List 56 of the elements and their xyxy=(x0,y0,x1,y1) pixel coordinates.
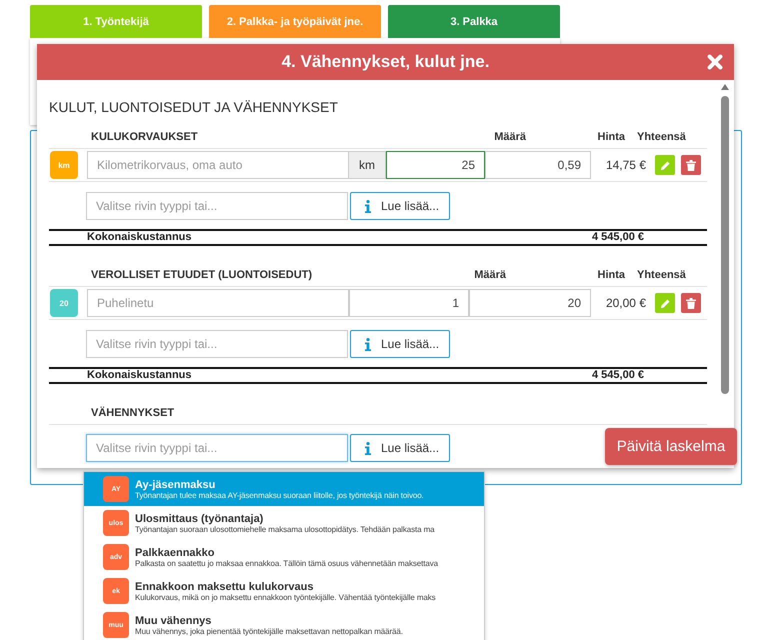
step-tab[interactable]: 3. Palkka xyxy=(388,5,560,38)
column-header: Määrä xyxy=(493,131,526,143)
price-field[interactable]: 20 xyxy=(469,289,591,317)
item-description: Työnantajan tulee maksaa AY-jäsenmaksu suoraan liitolle, jos työntekijä näin toivoo. xyxy=(135,490,424,500)
name-field[interactable]: Kilometrikorvaus, oma auto xyxy=(87,151,349,179)
column-header: Hinta xyxy=(596,131,625,143)
pencil-icon xyxy=(660,298,670,308)
trash-icon xyxy=(686,298,696,308)
info-icon xyxy=(365,200,371,212)
amount-field[interactable]: 1 xyxy=(349,289,469,317)
item-title: Ay-jäsenmaksu xyxy=(135,478,216,490)
row-total: 14,75 € xyxy=(604,158,646,172)
row-type-field[interactable]: Valitse rivin tyyppi tai... xyxy=(86,434,348,462)
item-title: Muu vähennys xyxy=(135,614,212,626)
delete-button[interactable] xyxy=(681,293,701,313)
total-value: 4 545,00 € xyxy=(592,369,644,381)
row-total: 20,00 € xyxy=(604,296,646,310)
info-icon xyxy=(365,338,371,350)
info-icon xyxy=(365,442,371,454)
price-field[interactable]: 0,59 xyxy=(485,151,591,179)
row-type-field[interactable]: Valitse rivin tyyppi tai... xyxy=(86,330,348,358)
total-label: Kokonaiskustannus xyxy=(87,369,193,381)
item-title: Palkkaennakko xyxy=(135,546,216,558)
read-more-button[interactable]: Lue lisää... xyxy=(350,192,450,220)
column-header: Yhteensä xyxy=(637,269,686,281)
amount-field[interactable]: 25 xyxy=(386,151,485,179)
name-field[interactable]: Puhelinetu xyxy=(87,289,349,317)
column-header: Yhteensä xyxy=(637,131,686,143)
row-type-field[interactable]: Valitse rivin tyyppi tai... xyxy=(86,192,348,220)
table-header: VÄHENNYKSET xyxy=(91,407,176,419)
item-description: Kulukorvaus, mikä on jo maksettu ennakkoon työntekijälle. Vähentää työntekijälle maks xyxy=(135,592,436,602)
read-more-button[interactable]: Lue lisää... xyxy=(350,434,450,462)
row-type-badge: km xyxy=(50,151,78,179)
read-more-button[interactable]: Lue lisää... xyxy=(350,330,450,358)
table-header: KULUKORVAUKSET xyxy=(91,131,199,143)
item-description: Muu vähennys, joka pienentää työntekijälle maksettavan nettopalkan määrää. xyxy=(135,626,403,636)
table-header: VEROLLISET ETUUDET (LUONTOISEDUT) xyxy=(91,269,314,281)
unit-label: km xyxy=(349,151,386,179)
pencil-icon xyxy=(660,160,670,170)
delete-button[interactable] xyxy=(681,155,701,175)
column-header: Määrä xyxy=(473,269,506,281)
total-value: 4 545,00 € xyxy=(592,231,644,243)
item-title: Ulosmittaus (työnantaja) xyxy=(135,512,264,524)
trash-icon xyxy=(686,160,696,170)
item-title: Ennakkoon maksettu kulukorvaus xyxy=(135,580,314,592)
item-description: Työnantajan suoraan ulosottomiehelle maksama ulosottopidätys. Tehdään palkasta ma xyxy=(135,524,434,534)
close-icon[interactable] xyxy=(706,53,724,71)
modal-title: 4. Vähennykset, kulut jne. xyxy=(282,52,490,72)
scroll-up-icon[interactable] xyxy=(721,84,729,90)
scrollbar[interactable] xyxy=(720,84,730,396)
section-heading: KULUT, LUONTOISEDUT JA VÄHENNYKSET xyxy=(49,99,339,115)
total-label: Kokonaiskustannus xyxy=(87,231,193,243)
column-header: Hinta xyxy=(596,269,625,281)
item-description: Palkasta on saatettu jo maksaa ennakkoa. Tällöin tämä osuus vähennetään maksettava xyxy=(135,558,438,568)
row-type-badge: 20 xyxy=(50,289,78,317)
update-button[interactable]: Päivitä laskelma xyxy=(605,428,737,465)
